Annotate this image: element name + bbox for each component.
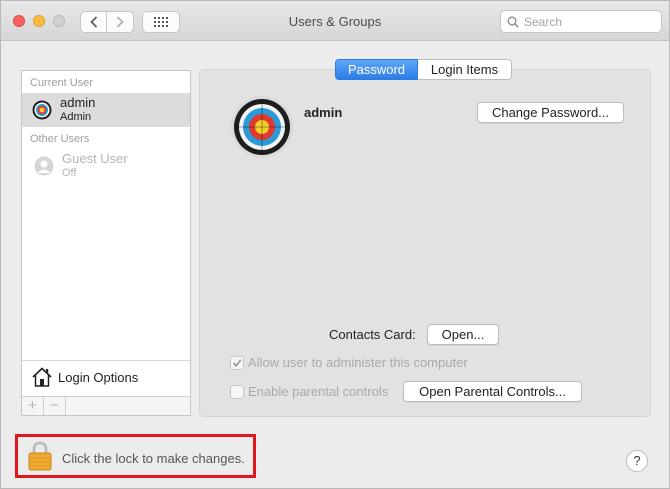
open-contacts-card-button[interactable]: Open... [427,324,499,345]
add-user-button[interactable]: + [22,397,44,415]
lock-icon[interactable] [28,441,52,471]
user-name: admin [60,95,96,110]
change-password-button[interactable]: Change Password... [477,102,624,123]
open-parental-controls-button[interactable]: Open Parental Controls... [403,381,582,402]
lock-text: Click the lock to make changes. [62,451,245,466]
login-options-item[interactable]: Login Options [22,361,190,395]
lock-area[interactable]: Click the lock to make changes. [15,434,256,478]
guest-avatar-icon [34,156,54,176]
search-field[interactable]: Search [500,10,662,33]
target-avatar-icon [32,100,52,120]
user-item-admin[interactable]: admin Admin [22,93,190,127]
login-options-label: Login Options [58,370,139,385]
search-placeholder: Search [524,15,563,29]
search-icon [507,16,519,28]
other-users-header: Other Users [30,133,90,145]
help-button[interactable]: ? [626,450,648,472]
user-role: Admin [60,111,92,123]
allow-admin-checkbox[interactable] [230,356,244,370]
parental-controls-label: Enable parental controls [248,384,389,399]
guest-status: Off [62,167,77,179]
users-groups-window: Users & Groups Search Current User admin… [0,0,670,489]
add-remove-bar: + − [22,396,190,415]
tab-login-items[interactable]: Login Items [418,59,512,80]
guest-name: Guest User [62,151,128,166]
tab-password[interactable]: Password [335,59,418,80]
house-icon [32,367,52,387]
remove-user-button[interactable]: − [44,397,66,415]
user-item-guest[interactable]: Guest User Off [22,149,190,183]
selected-user-name: admin [304,105,343,120]
checkmark-icon [232,359,242,368]
contacts-card-label: Contacts Card: [329,327,416,342]
current-user-header: Current User [30,77,93,89]
parental-controls-checkbox[interactable] [230,385,244,399]
user-list: Current User admin Admin Other Users Gue… [21,70,191,416]
allow-admin-label: Allow user to administer this computer [248,355,468,370]
titlebar: Users & Groups Search [1,1,669,41]
user-picture[interactable] [230,95,294,159]
